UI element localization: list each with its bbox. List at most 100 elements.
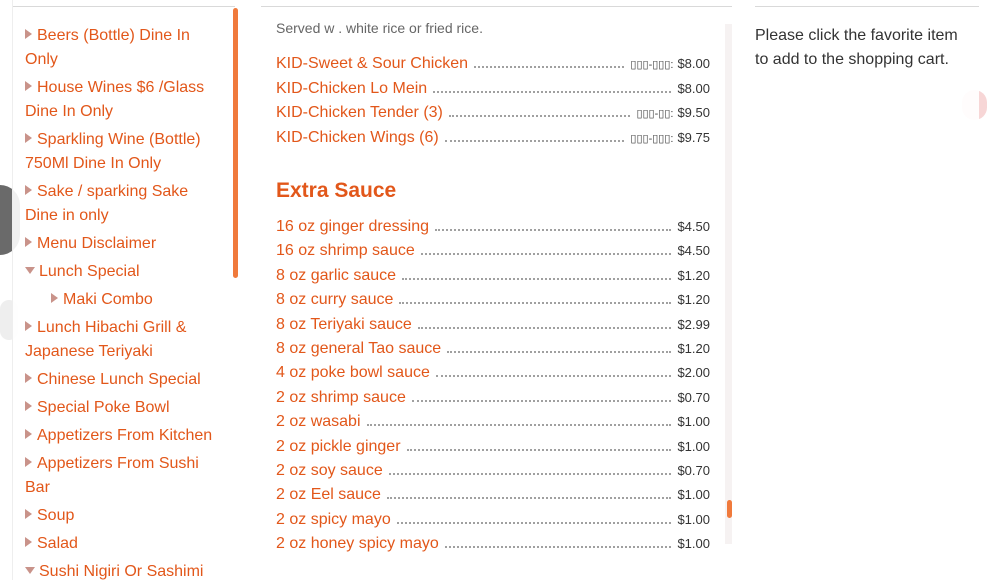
caret-right-icon (25, 321, 32, 331)
caret-right-icon (25, 185, 32, 195)
sidebar-item-label: Appetizers From Kitchen (37, 427, 213, 444)
caret-right-icon (25, 429, 32, 439)
menu-item-price: $2.99 (677, 316, 710, 332)
sidebar-item-label: Maki Combo (63, 291, 153, 308)
sidebar-item-label: Salad (37, 535, 78, 552)
sidebar-item[interactable]: Sake / sparking Sake Dine in only (25, 180, 225, 228)
menu-item-name: 2 oz wasabi (276, 413, 361, 431)
menu-item-price: $1.00 (677, 438, 710, 454)
menu-item-name: 2 oz pickle ginger (276, 437, 401, 455)
sidebar-item-label: Sushi Nigiri Or Sashimi (39, 563, 204, 580)
dot-leader (474, 54, 625, 68)
caret-right-icon (25, 457, 32, 467)
menu-item-name: KID-Chicken Lo Mein (276, 79, 428, 97)
menu-item-name: 4 oz poke bowl sauce (276, 364, 430, 382)
menu-list: Served w . white rice or fried rice. KID… (261, 22, 732, 556)
sidebar-item[interactable]: Appetizers From Kitchen (25, 424, 225, 448)
menu-item-price: $1.00 (677, 414, 710, 430)
menu-item-price: $0.70 (677, 389, 710, 405)
menu-item-name: 16 oz shrimp sauce (276, 242, 415, 260)
menu-item[interactable]: 4 oz poke bowl sauce $2.00 (276, 363, 710, 387)
menu-item-price: $9.75 (677, 129, 710, 145)
dot-leader (417, 315, 672, 329)
sidebar-item-label: Menu Disclaimer (37, 235, 157, 252)
sidebar-item-label: Sake / sparking Sake Dine in only (25, 183, 189, 224)
menu-item[interactable]: KID-Sweet & Sour Chicken ▯▯▯-▯▯▯: $8.00 (276, 54, 710, 78)
sidebar-item[interactable]: Appetizers From Sushi Bar (25, 452, 225, 500)
dot-leader (447, 339, 672, 353)
sidebar-item-label: Lunch Hibachi Grill & Japanese Teriyaki (25, 319, 187, 360)
menu-item-name: 8 oz general Tao sauce (276, 340, 442, 357)
menu-scrollbar-thumb[interactable] (727, 500, 732, 518)
menu-item[interactable]: 8 oz garlic sauce $1.20 (276, 266, 710, 290)
menu-item[interactable]: 2 oz shrimp sauce $0.70 (276, 388, 710, 412)
sidebar-scrollbar-thumb[interactable] (233, 8, 238, 278)
menu-item-name: KID-Sweet & Sour Chicken (276, 55, 469, 72)
sidebar-item[interactable]: Salad (25, 532, 225, 556)
caret-right-icon (25, 237, 32, 247)
dot-leader (444, 534, 672, 549)
sidebar-item-label: Lunch Special (39, 263, 140, 280)
caret-right-icon (25, 401, 32, 411)
menu-item-price: $9.50 (677, 105, 710, 120)
sidebar-item-label: Soup (37, 507, 75, 524)
menu-item-name: 2 oz shrimp sauce (276, 388, 406, 406)
dot-leader (444, 128, 625, 142)
sidebar-item[interactable]: House Wines $6 /Glass Dine In Only (25, 76, 225, 124)
dot-leader (396, 510, 672, 524)
dot-leader (388, 461, 672, 475)
sidebar-item[interactable]: Soup (25, 504, 225, 528)
menu-item-price: $8.00 (677, 80, 710, 96)
sidebar-item[interactable]: Lunch Special (25, 260, 225, 284)
menu-item-name: 2 oz soy sauce (276, 462, 383, 479)
menu-item[interactable]: KID-Chicken Wings (6) ▯▯▯-▯▯▯: $9.75 (276, 128, 710, 152)
menu-item-name: 16 oz ginger dressing (276, 218, 429, 235)
cart-panel: Please click the favorite item to add to… (755, 0, 979, 580)
menu-item[interactable]: 2 oz honey spicy mayo $1.00 (276, 534, 710, 556)
sidebar-item[interactable]: Sparkling Wine (Bottle) 750Ml Dine In On… (25, 128, 225, 176)
menu-item[interactable]: 2 oz spicy mayo $1.00 (276, 510, 710, 534)
menu-item-name: 8 oz Teriyaki sauce (276, 315, 412, 333)
menu-item-price: $2.00 (677, 365, 710, 381)
menu-item-price: $1.00 (677, 487, 710, 503)
sidebar-item[interactable]: Maki Combo (25, 288, 225, 312)
cart-instruction: Please click the favorite item to add to… (755, 27, 958, 68)
menu-item-price: $1.20 (677, 292, 710, 308)
sidebar-item[interactable]: Lunch Hibachi Grill & Japanese Teriyaki (25, 316, 225, 364)
sidebar-item[interactable]: Chinese Lunch Special (25, 368, 225, 392)
caret-right-icon (25, 133, 32, 143)
menu-item-code: ▯▯▯-▯▯▯: (630, 132, 674, 145)
menu-item[interactable]: 8 oz general Tao sauce $1.20 (276, 339, 710, 363)
caret-right-icon (25, 29, 32, 39)
sidebar-item-label: Appetizers From Sushi Bar (25, 455, 199, 496)
menu-item-code: ▯▯▯-▯▯▯: (630, 59, 674, 71)
menu-item[interactable]: 16 oz ginger dressing $4.50 (276, 217, 710, 241)
menu-item[interactable]: 16 oz shrimp sauce $4.50 (276, 241, 710, 265)
caret-down-icon (25, 567, 35, 574)
menu-item[interactable]: 2 oz wasabi $1.00 (276, 412, 710, 436)
menu-scrollbar-track[interactable] (725, 24, 732, 544)
caret-right-icon (25, 81, 32, 91)
menu-item-price: $1.00 (677, 536, 710, 552)
divider (13, 6, 235, 7)
menu-item-price: $1.20 (677, 267, 710, 283)
menu-item[interactable]: 2 oz Eel sauce $1.00 (276, 485, 710, 509)
sidebar-item[interactable]: Special Poke Bowl (25, 396, 225, 420)
menu-item[interactable]: 2 oz soy sauce $0.70 (276, 461, 710, 485)
menu-item[interactable]: 2 oz pickle ginger $1.00 (276, 437, 710, 461)
sidebar-item[interactable]: Beers (Bottle) Dine In Only (25, 24, 225, 72)
sidebar-item-label: House Wines $6 /Glass Dine In Only (25, 79, 205, 120)
menu-item[interactable]: 8 oz curry sauce $1.20 (276, 290, 710, 314)
caret-right-icon (25, 537, 32, 547)
dot-leader (366, 412, 672, 427)
section-heading: Extra Sauce (276, 179, 397, 202)
sidebar-item[interactable]: Menu Disclaimer (25, 232, 225, 256)
menu-item[interactable]: KID-Chicken Lo Mein $8.00 (276, 79, 710, 103)
menu-item[interactable]: KID-Chicken Tender (3) ▯▯▯-▯▯: $9.50 (276, 103, 710, 127)
menu-panel: Served w . white rice or fried rice. KID… (261, 0, 732, 580)
menu-item[interactable]: 8 oz Teriyaki sauce $2.99 (276, 315, 710, 339)
sidebar-item-label: Sparkling Wine (Bottle) 750Ml Dine In On… (25, 131, 201, 172)
sidebar-item[interactable]: Sushi Nigiri Or Sashimi (25, 560, 225, 584)
sidebar-item-label: Beers (Bottle) Dine In Only (25, 27, 190, 68)
menu-item-price: $4.50 (677, 219, 710, 234)
